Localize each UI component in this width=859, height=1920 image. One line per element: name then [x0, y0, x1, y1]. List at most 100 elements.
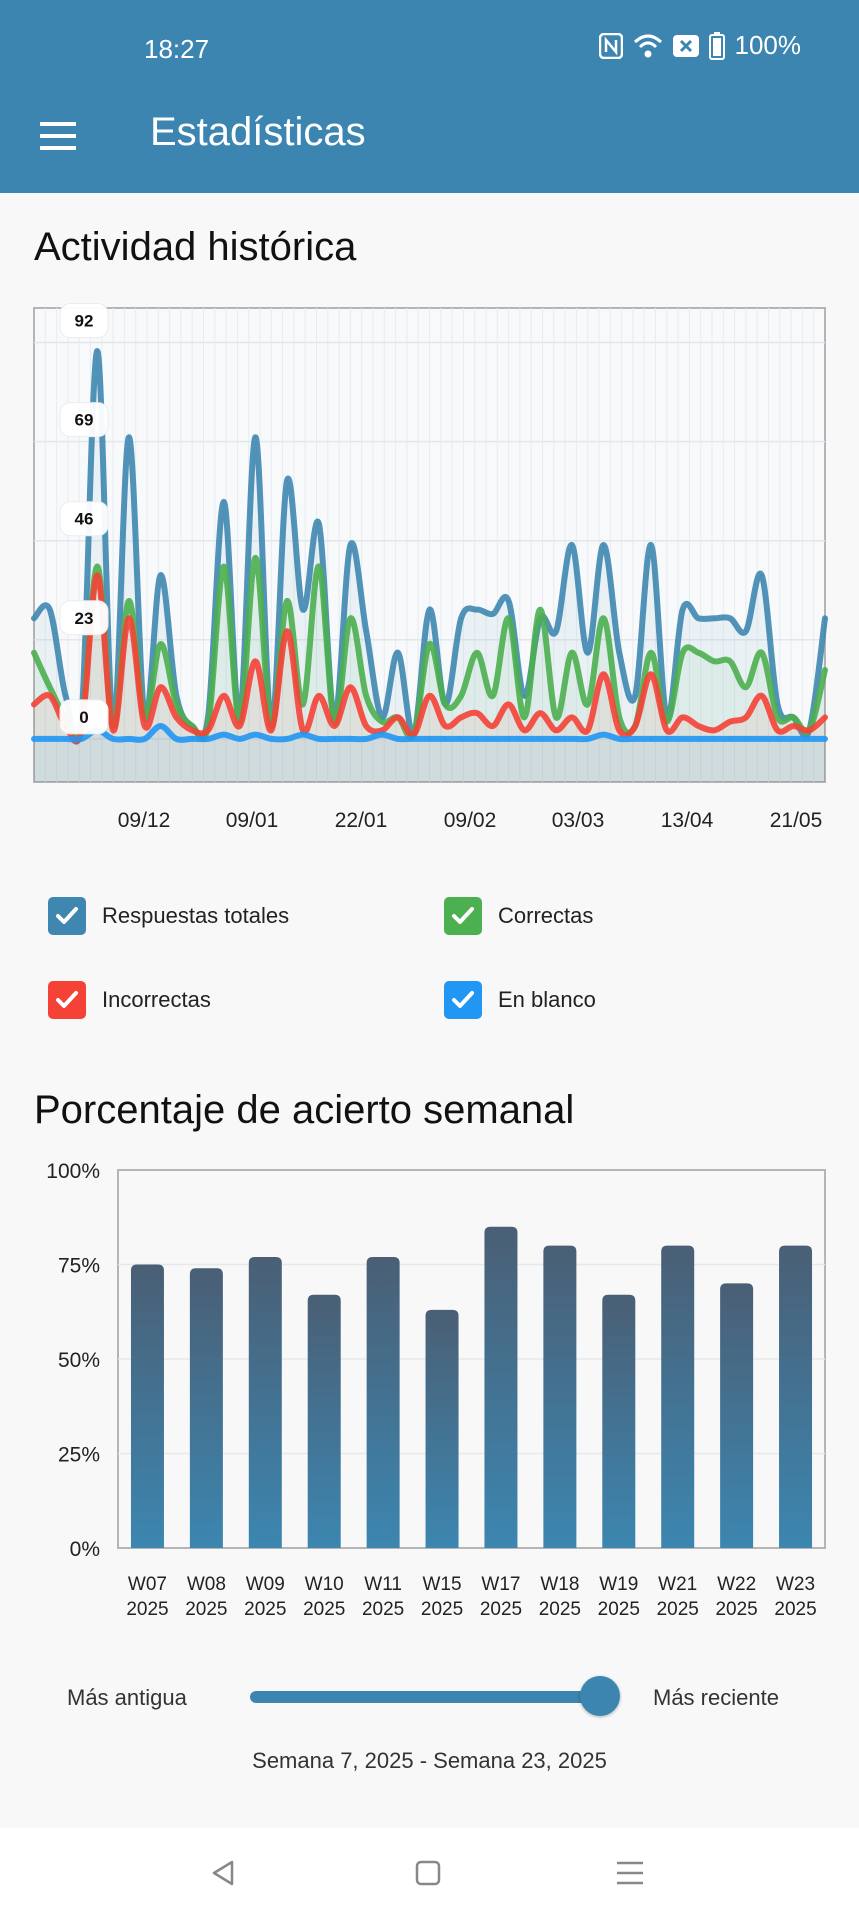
data-point	[681, 608, 684, 611]
data-point	[112, 729, 114, 732]
back-icon[interactable]	[208, 1858, 238, 1888]
data-point	[302, 733, 304, 736]
data-point	[523, 695, 526, 697]
x-tick-label: W17	[481, 1574, 520, 1595]
data-point	[128, 600, 130, 602]
bar-w19	[602, 1294, 636, 1548]
data-point	[760, 738, 763, 740]
x-tick-label: W11	[364, 1574, 402, 1595]
x-tick-year-label: 2025	[362, 1599, 404, 1620]
data-point	[713, 617, 716, 620]
x-tick-label: W18	[540, 1574, 579, 1595]
legend-item-correctas[interactable]: Correctas	[444, 897, 593, 935]
x-tick-year-label: 2025	[244, 1599, 286, 1620]
hamburger-menu-icon[interactable]	[38, 118, 78, 154]
x-tick-label: W22	[717, 1574, 756, 1595]
data-point	[681, 651, 684, 654]
history-line-chart[interactable]: 0 23 46 69 92 09/12 09/01 22/01 09/02 03/03 13/04 2…	[0, 290, 859, 850]
slider-thumb[interactable]	[580, 1676, 620, 1716]
legend-label: Correctas	[498, 903, 594, 928]
y-tick-label: 69	[59, 402, 109, 438]
data-point	[365, 695, 368, 697]
data-point	[333, 725, 336, 727]
data-point	[634, 695, 636, 697]
data-point	[776, 716, 779, 719]
data-point	[697, 725, 700, 727]
data-point	[128, 436, 130, 439]
checkbox-checked-icon[interactable]	[48, 981, 86, 1019]
data-point	[428, 695, 431, 697]
data-point	[760, 651, 763, 654]
data-point	[254, 733, 257, 736]
data-point	[602, 673, 605, 676]
data-point	[713, 729, 716, 732]
data-point	[571, 716, 573, 719]
data-point	[808, 738, 810, 740]
svg-text:46: 46	[75, 510, 94, 529]
recents-menu-icon[interactable]	[615, 1858, 645, 1888]
data-point	[476, 608, 478, 611]
data-point	[460, 738, 462, 740]
data-point	[191, 729, 193, 732]
no-sim-icon	[672, 34, 699, 57]
data-point	[270, 738, 273, 740]
x-tick-year-label: 2025	[539, 1599, 581, 1620]
data-point	[128, 617, 130, 620]
bar-w17	[484, 1226, 518, 1548]
data-point	[555, 738, 557, 740]
y-tick-label: 92	[59, 302, 109, 338]
data-point	[507, 738, 510, 740]
checkbox-checked-icon[interactable]	[444, 981, 482, 1019]
data-point	[175, 716, 178, 719]
data-point	[238, 738, 241, 740]
week-range-slider[interactable]	[248, 1676, 620, 1716]
home-icon[interactable]	[413, 1858, 443, 1888]
data-point	[571, 738, 573, 740]
bar-w23	[779, 1245, 813, 1548]
data-point	[666, 738, 668, 740]
data-point	[80, 738, 83, 740]
data-point	[745, 686, 747, 688]
x-tick-year-label: 2025	[657, 1599, 699, 1620]
data-point	[349, 617, 352, 620]
x-tick-year-label: 2025	[303, 1599, 345, 1620]
y-tick-label: 0	[59, 699, 109, 735]
data-point	[254, 436, 257, 439]
data-point	[697, 738, 700, 740]
data-point	[507, 600, 510, 602]
data-point	[460, 617, 462, 620]
status-icons: 100%	[598, 30, 801, 61]
status-bar: 18:27 100%	[0, 0, 859, 96]
checkbox-checked-icon[interactable]	[444, 897, 482, 935]
data-point	[444, 725, 447, 727]
data-point	[666, 729, 668, 732]
data-point	[729, 738, 731, 740]
data-point	[428, 643, 431, 645]
bar-w21	[661, 1245, 695, 1548]
data-point	[223, 733, 225, 736]
data-point	[444, 703, 447, 706]
data-point	[143, 725, 146, 727]
bar-w09	[248, 1256, 282, 1548]
data-point	[254, 660, 257, 663]
x-tick-label: W23	[776, 1574, 815, 1595]
data-point	[634, 725, 636, 727]
data-point	[476, 651, 478, 654]
x-tick-label: 09/12	[118, 809, 171, 832]
data-point	[175, 703, 178, 706]
legend-item-respuestas-totales[interactable]: Respuestas totales	[48, 897, 289, 935]
checkbox-checked-icon[interactable]	[48, 897, 86, 935]
bar-w11	[366, 1256, 400, 1548]
data-point	[302, 608, 304, 611]
data-point	[491, 613, 494, 615]
legend-item-en-blanco[interactable]: En blanco	[444, 981, 596, 1019]
data-point	[745, 716, 747, 719]
legend-item-incorrectas[interactable]: Incorrectas	[48, 981, 211, 1019]
x-tick-label: 03/03	[552, 809, 605, 832]
bar-w08	[189, 1268, 223, 1548]
svg-text:69: 69	[75, 411, 94, 430]
data-point	[476, 712, 478, 714]
data-point	[555, 729, 557, 732]
data-point	[650, 651, 652, 654]
data-point	[33, 703, 35, 706]
